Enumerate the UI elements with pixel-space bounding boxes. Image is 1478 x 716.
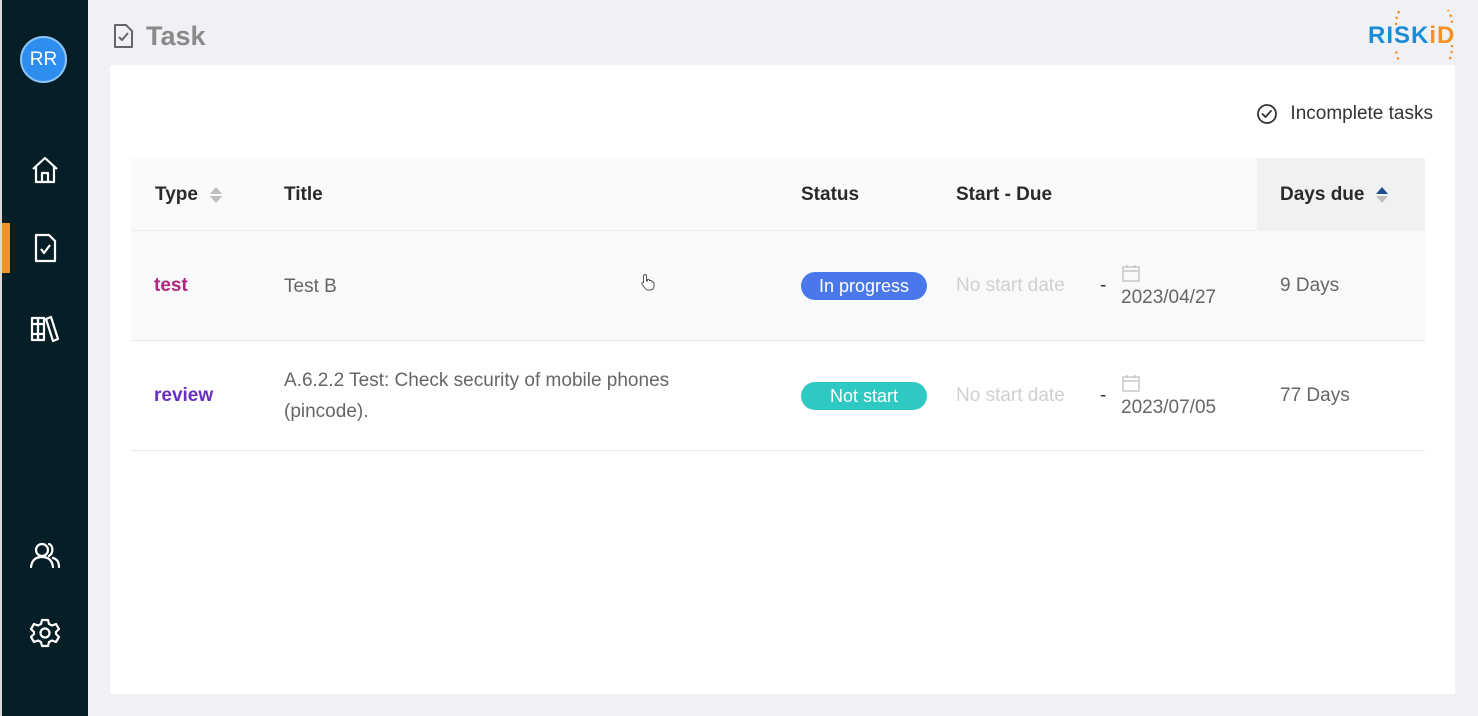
task-title[interactable]: Test B <box>284 231 724 341</box>
sort-icon[interactable] <box>209 186 222 203</box>
task-table: Type Title Status Start - Due Days due t… <box>131 158 1425 451</box>
start-date: No start date <box>956 385 1065 406</box>
column-start-due: Start - Due <box>956 158 1052 231</box>
start-date: No start date <box>956 275 1065 296</box>
nav-library[interactable] <box>2 303 88 353</box>
status-cell: In progress <box>801 231 928 341</box>
riskid-logo: RISKiD <box>1366 10 1458 60</box>
column-type[interactable]: Type <box>155 158 222 231</box>
due-date: 2023/07/05 <box>1121 397 1217 418</box>
users-icon <box>29 542 61 569</box>
task-document-icon <box>114 24 133 48</box>
nav-settings[interactable] <box>2 608 88 658</box>
filter-label: Incomplete tasks <box>1290 103 1433 124</box>
sidebar: RR <box>0 0 88 716</box>
column-days-due[interactable]: Days due <box>1257 158 1425 231</box>
sort-ascending-icon[interactable] <box>1376 186 1389 203</box>
column-status-label: Status <box>801 183 860 205</box>
incomplete-tasks-toggle[interactable]: Incomplete tasks <box>1256 103 1433 125</box>
page-header: Task <box>112 18 206 54</box>
task-document-icon <box>34 233 57 263</box>
due-date-cell[interactable]: 2023/07/05 <box>1121 341 1216 451</box>
nav-task[interactable] <box>2 223 88 273</box>
date-separator: - <box>1100 275 1107 296</box>
date-separator: - <box>1100 385 1107 406</box>
column-type-label: Type <box>155 183 198 205</box>
table-row[interactable]: review A.6.2.2 Test: Check security of m… <box>131 341 1425 451</box>
column-title: Title <box>284 158 323 231</box>
due-date: 2023/04/27 <box>1121 287 1217 308</box>
column-start-due-label: Start - Due <box>956 183 1053 205</box>
days-due: 9 Days <box>1280 275 1340 296</box>
due-date-cell[interactable]: 2023/04/27 <box>1121 231 1216 341</box>
status-badge: Not start <box>801 382 928 410</box>
avatar[interactable]: RR <box>20 36 67 83</box>
hand-cursor-icon <box>641 273 655 291</box>
status-cell: Not start <box>801 341 928 451</box>
logo-text: RISK <box>1368 22 1430 49</box>
column-status: Status <box>801 158 859 231</box>
calendar-icon <box>1122 265 1140 282</box>
column-title-label: Title <box>284 183 323 205</box>
nav-home[interactable] <box>2 145 88 195</box>
type-link[interactable]: review <box>154 341 213 451</box>
column-days-due-label: Days due <box>1280 183 1365 205</box>
gear-icon <box>29 618 61 648</box>
task-title[interactable]: A.6.2.2 Test: Check security of mobile p… <box>284 341 714 451</box>
nav-users[interactable] <box>2 530 88 580</box>
page-title: Task <box>146 20 206 51</box>
days-due: 77 Days <box>1280 385 1350 406</box>
check-circle-icon <box>1257 104 1278 124</box>
task-panel: Incomplete tasks Type Title Status Start… <box>110 65 1455 694</box>
status-badge: In progress <box>801 272 928 300</box>
home-icon <box>32 156 58 184</box>
calendar-icon <box>1122 375 1140 392</box>
table-header: Type Title Status Start - Due Days due <box>131 158 1425 231</box>
logo-text-accent: iD <box>1429 22 1456 49</box>
table-row[interactable]: test Test B In progress No start date - … <box>131 231 1425 341</box>
type-link[interactable]: test <box>154 231 188 341</box>
library-books-icon <box>30 315 60 343</box>
